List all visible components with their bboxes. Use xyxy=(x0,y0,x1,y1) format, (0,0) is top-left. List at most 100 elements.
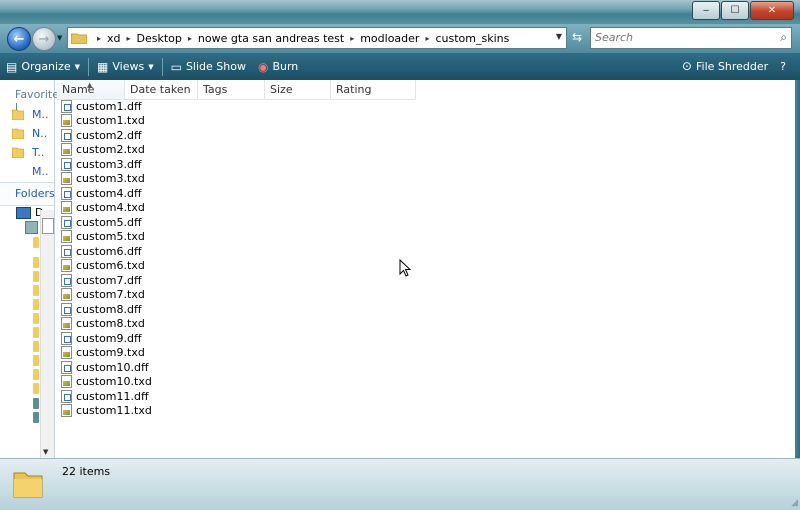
folder-icon xyxy=(13,472,43,498)
folders-toggle[interactable]: Folders xyxy=(0,182,55,206)
search-box[interactable]: ⌕ xyxy=(590,27,792,49)
texture-file-icon xyxy=(61,201,72,215)
file-row[interactable]: custom8.dff xyxy=(61,302,152,317)
views-button[interactable]: ▦ Views ▼ xyxy=(91,56,160,78)
folder-icon[interactable] xyxy=(33,299,39,310)
column-header-rating[interactable]: Rating xyxy=(331,80,416,99)
scrollbar-thumb[interactable] xyxy=(42,218,54,234)
burn-button[interactable]: ◉ Burn xyxy=(252,56,304,78)
favorite-link-3[interactable]: T.. xyxy=(12,146,44,159)
maximize-button[interactable]: ☐ xyxy=(721,1,749,20)
navigation-pane-scrollbar[interactable]: ▼ xyxy=(40,210,54,458)
folder-icon[interactable] xyxy=(33,313,39,324)
file-name: custom9.txd xyxy=(76,346,145,360)
views-label: Views xyxy=(112,60,145,73)
folder-icon[interactable] xyxy=(33,355,39,366)
breadcrumb-item[interactable]: modloader xyxy=(360,32,419,45)
file-row[interactable]: custom3.dff xyxy=(61,157,152,172)
folder-icon[interactable] xyxy=(33,271,39,282)
model-file-icon xyxy=(61,157,72,171)
file-row[interactable]: custom11.txd xyxy=(61,404,152,419)
breadcrumb-item[interactable]: nowe gta san andreas test xyxy=(198,32,344,45)
breadcrumb-separator-icon[interactable]: ▸ xyxy=(188,34,192,43)
favorite-link-2[interactable]: N.. xyxy=(12,127,47,140)
file-row[interactable]: custom5.txd xyxy=(61,230,152,245)
model-file-icon xyxy=(61,186,72,200)
texture-file-icon xyxy=(61,375,72,389)
arrow-left-icon: ← xyxy=(13,31,25,47)
favorite-link-1[interactable]: M.. xyxy=(12,108,48,121)
file-row[interactable]: custom1.dff xyxy=(61,99,152,114)
file-row[interactable]: custom10.dff xyxy=(61,360,152,375)
user-folder-icon[interactable] xyxy=(25,221,38,234)
file-row[interactable]: custom4.txd xyxy=(61,201,152,216)
resize-grip-icon[interactable]: ◢ xyxy=(791,498,798,508)
folder-icon[interactable] xyxy=(33,237,39,248)
folder-icon[interactable] xyxy=(33,285,39,296)
texture-file-icon xyxy=(61,404,72,418)
file-shredder-button[interactable]: ⊙ File Shredder xyxy=(676,55,774,77)
breadcrumb-separator-icon[interactable]: ▸ xyxy=(425,34,429,43)
file-name: custom6.dff xyxy=(76,244,142,258)
organize-button[interactable]: ▤ Organize ▼ xyxy=(0,56,86,78)
file-row[interactable]: custom9.dff xyxy=(61,331,152,346)
folder-icon[interactable] xyxy=(33,412,39,423)
file-row[interactable]: custom10.txd xyxy=(61,375,152,390)
organize-label: Organize xyxy=(21,60,71,73)
sort-ascending-icon: ▲ xyxy=(87,81,93,89)
breadcrumb-separator-icon[interactable]: ▸ xyxy=(127,34,131,43)
address-dropdown-chevron-icon[interactable]: ▼ xyxy=(556,32,562,41)
favorite-link-4[interactable]: M.. xyxy=(32,165,48,178)
folder-icon[interactable] xyxy=(33,398,39,409)
folder-icon[interactable] xyxy=(33,341,39,352)
back-button[interactable]: ← xyxy=(7,27,31,51)
file-row[interactable]: custom6.dff xyxy=(61,244,152,259)
folder-icon[interactable] xyxy=(33,383,39,394)
file-row[interactable]: custom7.txd xyxy=(61,288,152,303)
scroll-down-chevron-icon[interactable]: ▼ xyxy=(43,448,48,456)
favorite-label: N.. xyxy=(32,127,48,140)
slideshow-button[interactable]: ▭ Slide Show xyxy=(165,56,252,78)
recent-pages-chevron-icon[interactable]: ▼ xyxy=(57,34,62,42)
help-button[interactable]: ? xyxy=(774,55,792,77)
title-bar[interactable]: ‒ ☐ ✕ xyxy=(0,0,800,24)
file-row[interactable]: custom2.txd xyxy=(61,143,152,158)
file-row[interactable]: custom5.dff xyxy=(61,215,152,230)
column-header-label: Size xyxy=(270,83,293,96)
breadcrumb-item[interactable]: Desktop xyxy=(137,32,182,45)
help-icon: ? xyxy=(780,59,786,73)
window-frame-right xyxy=(795,80,800,458)
file-row[interactable]: custom2.dff xyxy=(61,128,152,143)
file-row[interactable]: custom1.txd xyxy=(61,114,152,129)
file-row[interactable]: custom3.txd xyxy=(61,172,152,187)
refresh-button[interactable]: ⇆ xyxy=(567,27,587,47)
file-row[interactable]: custom7.dff xyxy=(61,273,152,288)
search-icon[interactable]: ⌕ xyxy=(780,30,787,45)
minimize-button[interactable]: ‒ xyxy=(692,1,720,20)
favorite-label: T.. xyxy=(32,146,45,159)
file-row[interactable]: custom11.dff xyxy=(61,389,152,404)
address-bar[interactable]: ▸ xd ▸ Desktop ▸ nowe gta san andreas test ▸ mo… xyxy=(67,27,567,49)
breadcrumb-item[interactable]: xd xyxy=(107,32,121,45)
file-row[interactable]: custom9.txd xyxy=(61,346,152,361)
search-input[interactable] xyxy=(591,28,769,46)
file-row[interactable]: custom6.txd xyxy=(61,259,152,274)
desktop-icon xyxy=(16,206,31,219)
column-header-name[interactable]: ▲ Name xyxy=(57,80,125,99)
file-row[interactable]: custom8.txd xyxy=(61,317,152,332)
file-name: custom10.dff xyxy=(76,360,149,374)
breadcrumb-separator-icon[interactable]: ▸ xyxy=(97,34,101,43)
folder-icon[interactable] xyxy=(33,369,39,380)
chevron-down-icon: ▼ xyxy=(74,62,81,71)
column-header-label: Date taken xyxy=(130,83,191,96)
folder-icon[interactable] xyxy=(33,327,39,338)
folder-icon[interactable] xyxy=(33,257,39,268)
column-header-date-taken[interactable]: Date taken xyxy=(125,80,198,99)
column-header-size[interactable]: Size xyxy=(265,80,331,99)
forward-button[interactable]: → xyxy=(32,27,56,51)
breadcrumb-separator-icon[interactable]: ▸ xyxy=(350,34,354,43)
breadcrumb-item[interactable]: custom_skins xyxy=(435,32,509,45)
file-row[interactable]: custom4.dff xyxy=(61,186,152,201)
close-button[interactable]: ✕ xyxy=(750,1,794,20)
column-header-tags[interactable]: Tags xyxy=(198,80,265,99)
